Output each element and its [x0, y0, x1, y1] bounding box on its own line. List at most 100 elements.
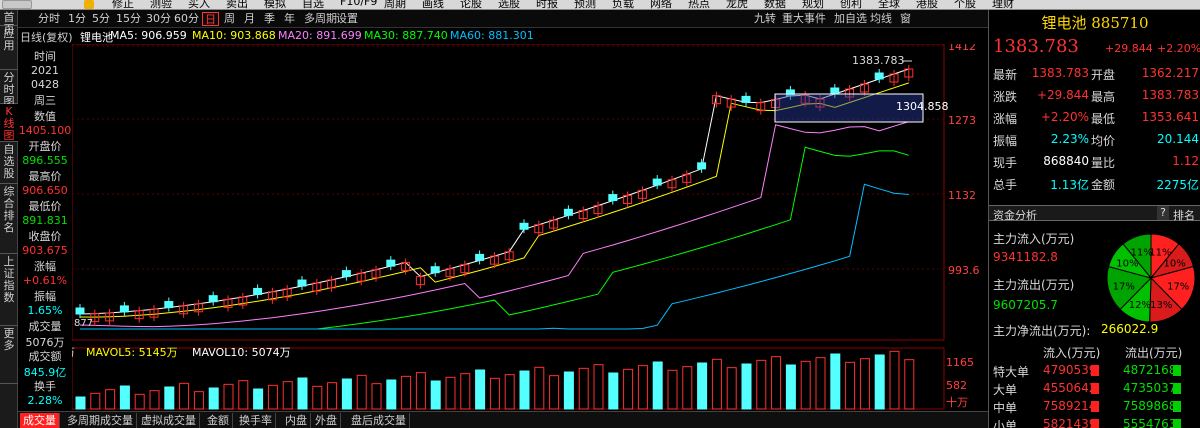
topbar-item[interactable]: F10/F9: [340, 0, 377, 8]
indicator-tab[interactable]: 盘后成交量: [348, 413, 410, 428]
volume-bar: [119, 385, 130, 410]
topbar-item[interactable]: 全球: [878, 0, 900, 9]
topbar-item[interactable]: 买入: [188, 0, 210, 9]
topbar-item[interactable]: 预测: [574, 0, 596, 9]
volume-bar: [711, 358, 722, 410]
outflow-label: 主力流出(万元): [993, 278, 1075, 292]
topbar-item[interactable]: 修正: [112, 0, 134, 9]
topbar-item[interactable]: 网络: [650, 0, 672, 9]
period-tab[interactable]: 周: [222, 12, 237, 26]
leftnav-item[interactable]: 更 多: [0, 326, 18, 384]
period-tab[interactable]: 60分: [172, 12, 201, 26]
indicator-tab[interactable]: 内盘: [282, 413, 311, 428]
indicator-tab[interactable]: 金额: [204, 413, 233, 428]
candle-body: [386, 259, 396, 267]
volume-bar: [608, 372, 619, 410]
ma-line-ma20: [79, 121, 909, 328]
volume-bar: [223, 383, 234, 410]
period-tab[interactable]: 月: [242, 12, 257, 26]
topbar-item[interactable]: 选股: [498, 0, 520, 9]
home-diamond-icon[interactable]: [84, 0, 94, 9]
chart-tool-button[interactable]: 均线: [870, 12, 892, 26]
topbar-item[interactable]: 模拟: [264, 0, 286, 9]
topbar-item[interactable]: 负载: [612, 0, 634, 9]
period-tab[interactable]: 1分: [66, 12, 88, 26]
candle-body: [563, 208, 573, 216]
indicator-tab[interactable]: 外盘: [312, 413, 341, 428]
chart-tool-button[interactable]: 加自选: [834, 12, 867, 26]
volume-bar: [297, 377, 308, 410]
topbar-item[interactable]: 个股: [954, 0, 976, 9]
topbar-item[interactable]: 龙虎: [726, 0, 748, 9]
quote-value: 1383.783: [1141, 88, 1199, 102]
leftnav-item[interactable]: 首 页: [0, 10, 18, 36]
chart-tool-button[interactable]: 窗: [900, 12, 911, 26]
kline-type-label[interactable]: 日线(复权): [20, 29, 73, 45]
flow-out-bar: [1173, 365, 1181, 376]
topbar-item[interactable]: 时报: [536, 0, 558, 9]
leftnav-item[interactable]: K 线 图: [0, 104, 18, 142]
topbar-item[interactable]: 周期: [384, 0, 406, 9]
volume-bar: [90, 392, 101, 410]
topbar-item[interactable]: 热点: [688, 0, 710, 9]
volume-bar: [253, 388, 264, 410]
topbar-item[interactable]: 卖出: [226, 0, 248, 9]
leftnav-item[interactable]: 上 证 指 数: [0, 254, 18, 326]
volume-bar: [356, 374, 367, 410]
topbar-item[interactable]: 自选: [302, 0, 324, 9]
candle-body: [830, 87, 840, 95]
leftnav-item[interactable]: 应 用: [0, 26, 18, 70]
info-chg-label: 涨幅: [34, 260, 56, 273]
indicator-tab[interactable]: 成交量: [20, 413, 60, 428]
volume-bar: [623, 368, 634, 410]
flow-out-bar: [1173, 401, 1181, 412]
leftnav-item-label: 上 证 指 数: [3, 255, 15, 304]
period-tab[interactable]: 分时: [36, 12, 62, 26]
help-button[interactable]: ?: [1157, 206, 1169, 220]
period-tab[interactable]: 季: [262, 12, 277, 26]
flow-row-name: 特大单: [993, 365, 1030, 379]
flow-row: 小单 5821439 5554763: [989, 416, 1200, 428]
indicator-tab[interactable]: 换手率: [236, 413, 276, 428]
indicator-tab[interactable]: 多周期成交量: [64, 413, 137, 428]
flow-in-value: 4550642: [1043, 381, 1097, 395]
topbar-item[interactable]: 理财: [992, 0, 1014, 9]
topbar-item[interactable]: 画线: [422, 0, 444, 9]
back-button[interactable]: [2, 0, 32, 9]
chart-tool-button[interactable]: 重大事件: [782, 12, 826, 26]
indicator-tab[interactable]: 虚拟成交量: [138, 413, 200, 428]
info-turn-label: 换手: [34, 380, 56, 393]
pie-slice-label: 12%: [1129, 300, 1151, 311]
topbar-item[interactable]: 创利: [840, 0, 862, 9]
rank-button[interactable]: 排名: [1173, 207, 1195, 223]
candle-body: [297, 279, 307, 287]
period-tab[interactable]: 30分: [144, 12, 173, 26]
leftnav-item[interactable]: 分 时 图: [0, 70, 18, 108]
period-tab[interactable]: 15分: [114, 12, 143, 26]
info-turn: 2.28%: [27, 394, 63, 407]
chart-tool-button[interactable]: 九转: [754, 12, 776, 26]
info-date: 0428: [31, 78, 59, 91]
period-tab[interactable]: 日: [202, 12, 219, 26]
price-panel-frame: [72, 44, 945, 341]
topbar-item[interactable]: 规划: [802, 0, 824, 9]
volume-bar: [386, 379, 397, 410]
period-tab[interactable]: 年: [282, 12, 297, 26]
volume-bar: [756, 359, 767, 410]
kline-chart[interactable]: 1383.783 1304.858 877 万 MAVOL5: 5145万 MAVOL10…: [72, 44, 988, 411]
period-tab[interactable]: 设置: [334, 12, 360, 26]
leftnav-item[interactable]: 综 合 排 名: [0, 184, 18, 254]
leftnav-item[interactable]: 自 选 股: [0, 142, 18, 184]
topbar-item[interactable]: 港股: [916, 0, 938, 9]
leftnav-item-label: 分 时 图: [3, 71, 15, 108]
volume-bar: [697, 362, 708, 410]
topbar-item[interactable]: 论股: [460, 0, 482, 9]
period-tab[interactable]: 5分: [90, 12, 112, 26]
topbar-item[interactable]: 测验: [150, 0, 172, 9]
volume-bar: [489, 377, 500, 410]
topbar-item[interactable]: 数据: [764, 0, 786, 9]
volume-bar: [800, 360, 811, 410]
volume-axis-label: 1165: [946, 356, 974, 369]
flow-out-bar: [1173, 383, 1181, 394]
price-change: +29.844: [1105, 42, 1153, 55]
